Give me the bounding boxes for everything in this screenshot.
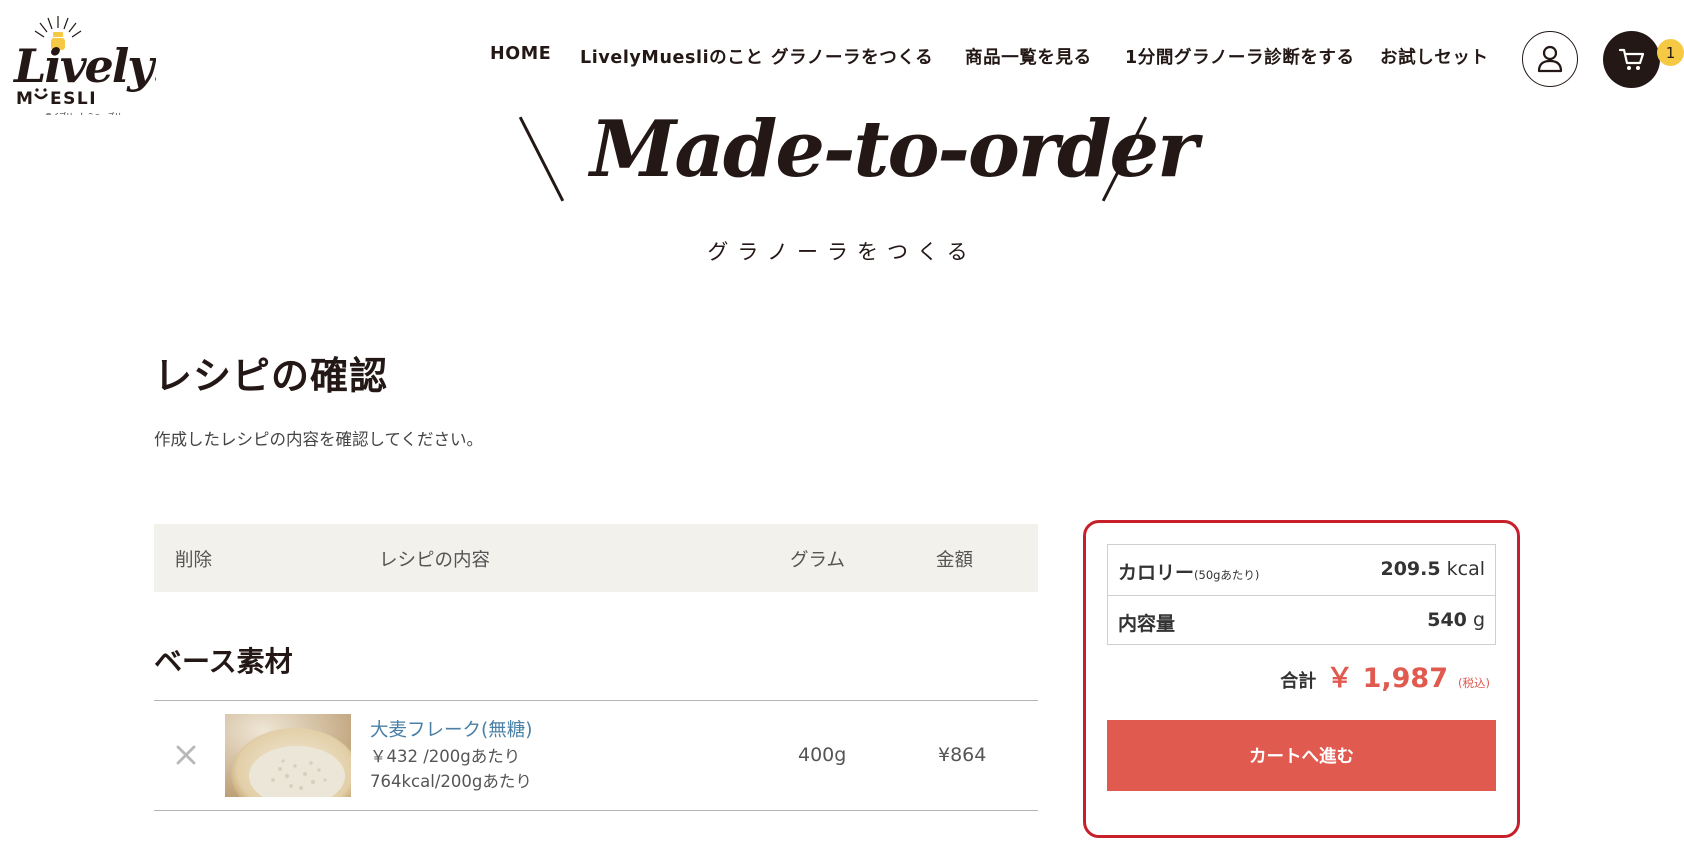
total-amount: ￥ 1,987: [1326, 663, 1449, 694]
user-icon: [1537, 45, 1563, 73]
page-title: レシピの確認: [154, 354, 389, 398]
item-grams: 400g: [798, 744, 847, 766]
total-price: 合計 ￥ 1,987 (税込): [1280, 656, 1490, 695]
page-description: 作成したレシピの内容を確認してください。: [154, 430, 484, 449]
cart-button[interactable]: [1603, 31, 1660, 88]
close-icon: [176, 745, 196, 765]
nav-trial-set[interactable]: お試しセット: [1380, 44, 1489, 69]
total-tax-note: (税込): [1458, 676, 1490, 690]
item-name-link[interactable]: 大麦フレーク(無糖): [370, 716, 532, 742]
header-grams: グラム: [790, 550, 845, 571]
hero-title: Made-to-order: [590, 104, 1198, 195]
divider: [154, 810, 1038, 811]
delete-button[interactable]: [173, 742, 199, 768]
calorie-label: カロリー(50gあたり): [1118, 562, 1260, 584]
section-title-base: ベース素材: [154, 645, 293, 678]
nav-diagnosis[interactable]: 1分間グラノーラ診断をする: [1125, 44, 1355, 69]
svg-text:M: M: [16, 89, 34, 109]
volume-value: 540 g: [1427, 609, 1485, 631]
item-amount: ¥864: [938, 744, 987, 766]
svg-text:ESLI: ESLI: [50, 89, 97, 109]
nav-home[interactable]: HOME: [490, 44, 551, 64]
hero-slash-left: [518, 116, 565, 202]
header-amount: 金額: [936, 550, 974, 571]
volume-label: 内容量: [1118, 613, 1176, 635]
header-delete: 削除: [175, 550, 213, 571]
logo-kana: ライブリー！ミューズリー: [45, 111, 129, 115]
nav-products[interactable]: 商品一覧を見る: [965, 44, 1092, 69]
hero-subtitle: グラノーラをつくる: [707, 240, 977, 264]
item-kcal-per-unit: 764kcal/200gあたり: [370, 772, 532, 791]
table-header: 削除 レシピの内容 グラム 金額: [154, 524, 1038, 592]
nav-make-granola[interactable]: グラノーラをつくる: [771, 44, 933, 69]
total-label: 合計: [1280, 671, 1317, 692]
cart-count-badge: 1: [1657, 39, 1684, 66]
header-recipe-content: レシピの内容: [379, 550, 491, 571]
calorie-note: (50gあたり): [1194, 568, 1260, 582]
cart-icon: [1618, 48, 1644, 70]
proceed-to-cart-button[interactable]: カートへ進む: [1107, 720, 1496, 791]
product-thumbnail: [225, 714, 351, 797]
nav-about[interactable]: LivelyMuesliのこと: [580, 44, 764, 69]
divider: [154, 700, 1038, 701]
volume-row: 内容量 540 g: [1108, 595, 1495, 645]
calorie-value: 209.5 kcal: [1380, 558, 1485, 580]
svg-text:Lively!: Lively!: [12, 39, 156, 93]
brand-logo[interactable]: Lively! M ESLI ライブリー！ミューズリー: [8, 10, 156, 115]
summary-table: カロリー(50gあたり) 209.5 kcal 内容量 540 g: [1107, 544, 1496, 645]
item-price-per-unit: ￥432 /200gあたり: [370, 747, 521, 766]
account-button[interactable]: [1522, 31, 1578, 87]
logo-graphic: Lively! M ESLI ライブリー！ミューズリー: [12, 16, 156, 115]
calorie-row: カロリー(50gあたり) 209.5 kcal: [1108, 545, 1495, 595]
